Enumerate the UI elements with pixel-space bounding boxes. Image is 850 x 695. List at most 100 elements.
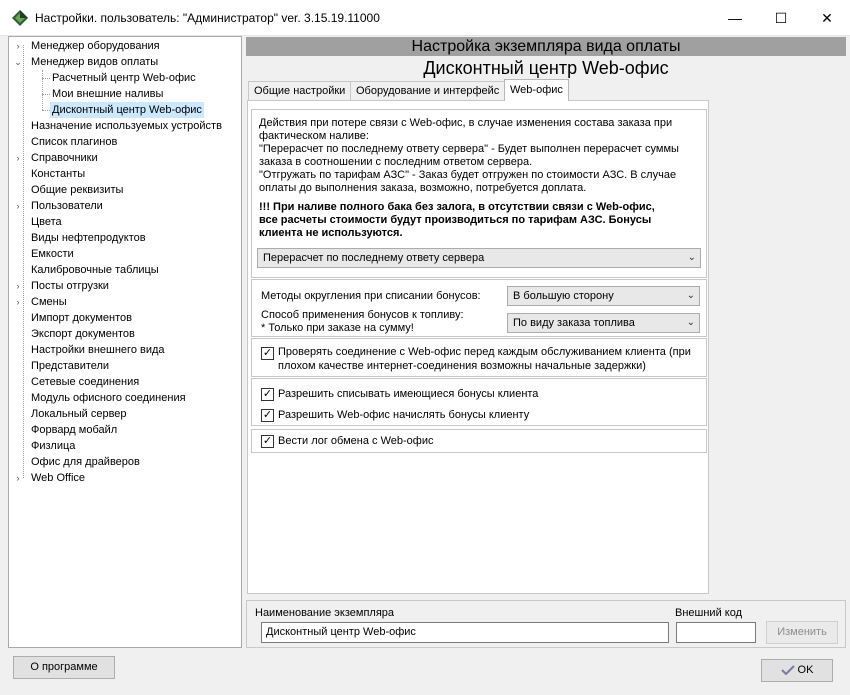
bonus-method-note: * Только при заказе на сумму! xyxy=(261,322,414,334)
expand-icon[interactable]: › xyxy=(13,294,23,310)
allow-accrual-label: Разрешить Web-офис начислять бонусы клие… xyxy=(278,409,530,421)
maximize-button[interactable]: ☐ xyxy=(758,0,804,36)
bonus-permissions-group: ✓ Разрешить списывать имеющиеся бонусы к… xyxy=(251,378,707,426)
tree-item-export-documents[interactable]: Экспорт документов xyxy=(29,326,137,342)
close-button[interactable]: ✕ xyxy=(804,0,850,36)
warning-line: все расчеты стоимости будут производитьс… xyxy=(259,214,652,226)
description-line: "Перерасчет по последнему ответу сервера… xyxy=(259,143,679,155)
tree-item-forward-mobile[interactable]: Форвард мобайл xyxy=(29,422,119,438)
tree-guide-line xyxy=(42,78,50,79)
tree-item-local-server[interactable]: Локальный сервер xyxy=(29,406,129,422)
instance-name-label: Наименование экземпляра xyxy=(255,607,395,619)
tree-item-shifts[interactable]: Смены xyxy=(29,294,69,310)
tree-guide-line xyxy=(23,45,24,478)
tree-item-oil-products[interactable]: Виды нефтепродуктов xyxy=(29,230,148,246)
maximize-icon: ☐ xyxy=(774,9,788,26)
settings-tree[interactable]: › Менеджер оборудования ⌄ Менеджер видов… xyxy=(8,36,242,648)
check-connection-label: Проверять соединение с Web-офис перед ка… xyxy=(278,346,691,358)
tree-item-tanks[interactable]: Емкости xyxy=(29,246,76,262)
allow-writeoff-checkbox[interactable]: ✓ xyxy=(261,388,274,401)
tree-guide-line xyxy=(42,94,50,95)
ok-check-icon xyxy=(780,665,795,676)
instance-name-input[interactable]: Дисконтный центр Web-офис xyxy=(261,622,669,643)
tree-guide-line xyxy=(42,110,50,111)
allow-accrual-checkbox[interactable]: ✓ xyxy=(261,409,274,422)
description-line: заказа в соотношении с последним ответом… xyxy=(259,156,533,168)
warning-line: клиента не используются. xyxy=(259,227,403,239)
panel-splitter[interactable] xyxy=(242,36,246,648)
check-connection-checkbox[interactable]: ✓ xyxy=(261,347,274,360)
tree-item-appearance-settings[interactable]: Настройки внешнего вида xyxy=(29,342,167,358)
tree-item-equipment-manager[interactable]: Менеджер оборудования xyxy=(29,38,162,54)
chevron-down-icon: ⌄ xyxy=(686,290,695,301)
bonus-settings-group: Методы округления при списании бонусов: … xyxy=(251,279,707,337)
check-icon: ✓ xyxy=(262,347,273,359)
tree-item-office-for-drivers[interactable]: Офис для драйверов xyxy=(29,454,142,470)
chevron-down-icon: ⌄ xyxy=(687,252,696,263)
tab-general-settings[interactable]: Общие настройки xyxy=(248,81,352,100)
tab-equipment-interface[interactable]: Оборудование и интерфейс xyxy=(350,81,506,100)
rounding-value: В большую сторону xyxy=(513,290,614,302)
expand-icon[interactable]: › xyxy=(13,38,23,54)
title-bar: Настройки. пользователь: "Администратор"… xyxy=(0,0,850,36)
change-button[interactable]: Изменить xyxy=(766,621,838,644)
check-connection-label-2: плохом качестве интернет-соединения возм… xyxy=(278,360,646,372)
tree-item-references[interactable]: Справочники xyxy=(29,150,100,166)
tree-item-settlement-center[interactable]: Расчетный центр Web-офис xyxy=(50,70,198,86)
tree-item-my-external-fills[interactable]: Мои внешние наливы xyxy=(50,86,165,102)
connection-loss-select[interactable]: Перерасчет по последнему ответу сервера … xyxy=(257,248,701,268)
check-connection-group: ✓ Проверять соединение с Web-офис перед … xyxy=(251,338,707,377)
expand-icon[interactable]: › xyxy=(13,470,23,486)
connection-loss-value: Перерасчет по последнему ответу сервера xyxy=(263,252,485,264)
check-icon: ✓ xyxy=(262,435,273,447)
close-icon: ✕ xyxy=(821,9,833,26)
log-exchange-checkbox[interactable]: ✓ xyxy=(261,435,274,448)
tree-item-network-connections[interactable]: Сетевые соединения xyxy=(29,374,141,390)
tree-item-payment-types-manager[interactable]: Менеджер видов оплаты xyxy=(29,54,160,70)
tree-item-representatives[interactable]: Представители xyxy=(29,358,111,374)
bonus-method-select[interactable]: По виду заказа топлива ⌄ xyxy=(507,313,700,333)
page-subtitle: Дисконтный центр Web-офис xyxy=(423,58,669,78)
tree-guide-line xyxy=(42,70,43,110)
description-line: оплаты до выполнения заказа, возможно, п… xyxy=(259,182,587,194)
ok-label: OK xyxy=(797,664,814,676)
tree-item-plugins[interactable]: Список плагинов xyxy=(29,134,119,150)
tree-item-import-documents[interactable]: Импорт документов xyxy=(29,310,134,326)
expand-icon[interactable]: › xyxy=(13,150,23,166)
expand-icon[interactable]: › xyxy=(13,278,23,294)
external-code-label: Внешний код xyxy=(675,607,743,619)
tree-item-users[interactable]: Пользователи xyxy=(29,198,105,214)
allow-writeoff-label: Разрешить списывать имеющиеся бонусы кли… xyxy=(278,388,539,400)
expand-icon[interactable]: › xyxy=(13,198,23,214)
ok-button[interactable]: OK xyxy=(761,659,833,682)
connection-loss-group: Действия при потере связи с Web-офис, в … xyxy=(251,109,707,278)
rounding-label: Методы округления при списании бонусов: xyxy=(261,290,481,302)
bonus-method-label: Способ применения бонусов к топливу: xyxy=(261,309,464,321)
check-icon: ✓ xyxy=(262,388,273,400)
chevron-down-icon: ⌄ xyxy=(686,317,695,328)
warning-line: !!! При наливе полного бака без залога, … xyxy=(259,201,655,213)
tree-item-discount-center[interactable]: Дисконтный центр Web-офис xyxy=(50,102,204,118)
description-line: фактическом наливе: xyxy=(259,130,369,142)
tree-item-dispensing-posts[interactable]: Посты отгрузки xyxy=(29,278,111,294)
tree-item-web-office[interactable]: Web Office xyxy=(29,470,87,486)
check-icon: ✓ xyxy=(262,409,273,421)
tree-item-calibration-tables[interactable]: Калибровочные таблицы xyxy=(29,262,161,278)
app-icon xyxy=(12,10,28,26)
tree-item-common-details[interactable]: Общие реквизиты xyxy=(29,182,125,198)
tree-item-office-connection-module[interactable]: Модуль офисного соединения xyxy=(29,390,188,406)
tree-item-individuals[interactable]: Физлица xyxy=(29,438,77,454)
minimize-icon: — xyxy=(728,10,742,26)
collapse-icon[interactable]: ⌄ xyxy=(13,54,23,70)
minimize-button[interactable]: — xyxy=(712,0,758,36)
tree-item-device-assignment[interactable]: Назначение используемых устройств xyxy=(29,118,224,134)
tree-item-colors[interactable]: Цвета xyxy=(29,214,64,230)
about-button[interactable]: О программе xyxy=(13,656,115,679)
description-line: Действия при потере связи с Web-офис, в … xyxy=(259,117,673,129)
description-line: "Отгружать по тарифам АЗС" - Заказ будет… xyxy=(259,169,677,181)
bonus-method-value: По виду заказа топлива xyxy=(513,317,635,329)
tree-item-constants[interactable]: Константы xyxy=(29,166,87,182)
tab-web-office[interactable]: Web-офис xyxy=(504,79,569,101)
rounding-select[interactable]: В большую сторону ⌄ xyxy=(507,286,700,306)
external-code-input[interactable] xyxy=(676,622,756,643)
